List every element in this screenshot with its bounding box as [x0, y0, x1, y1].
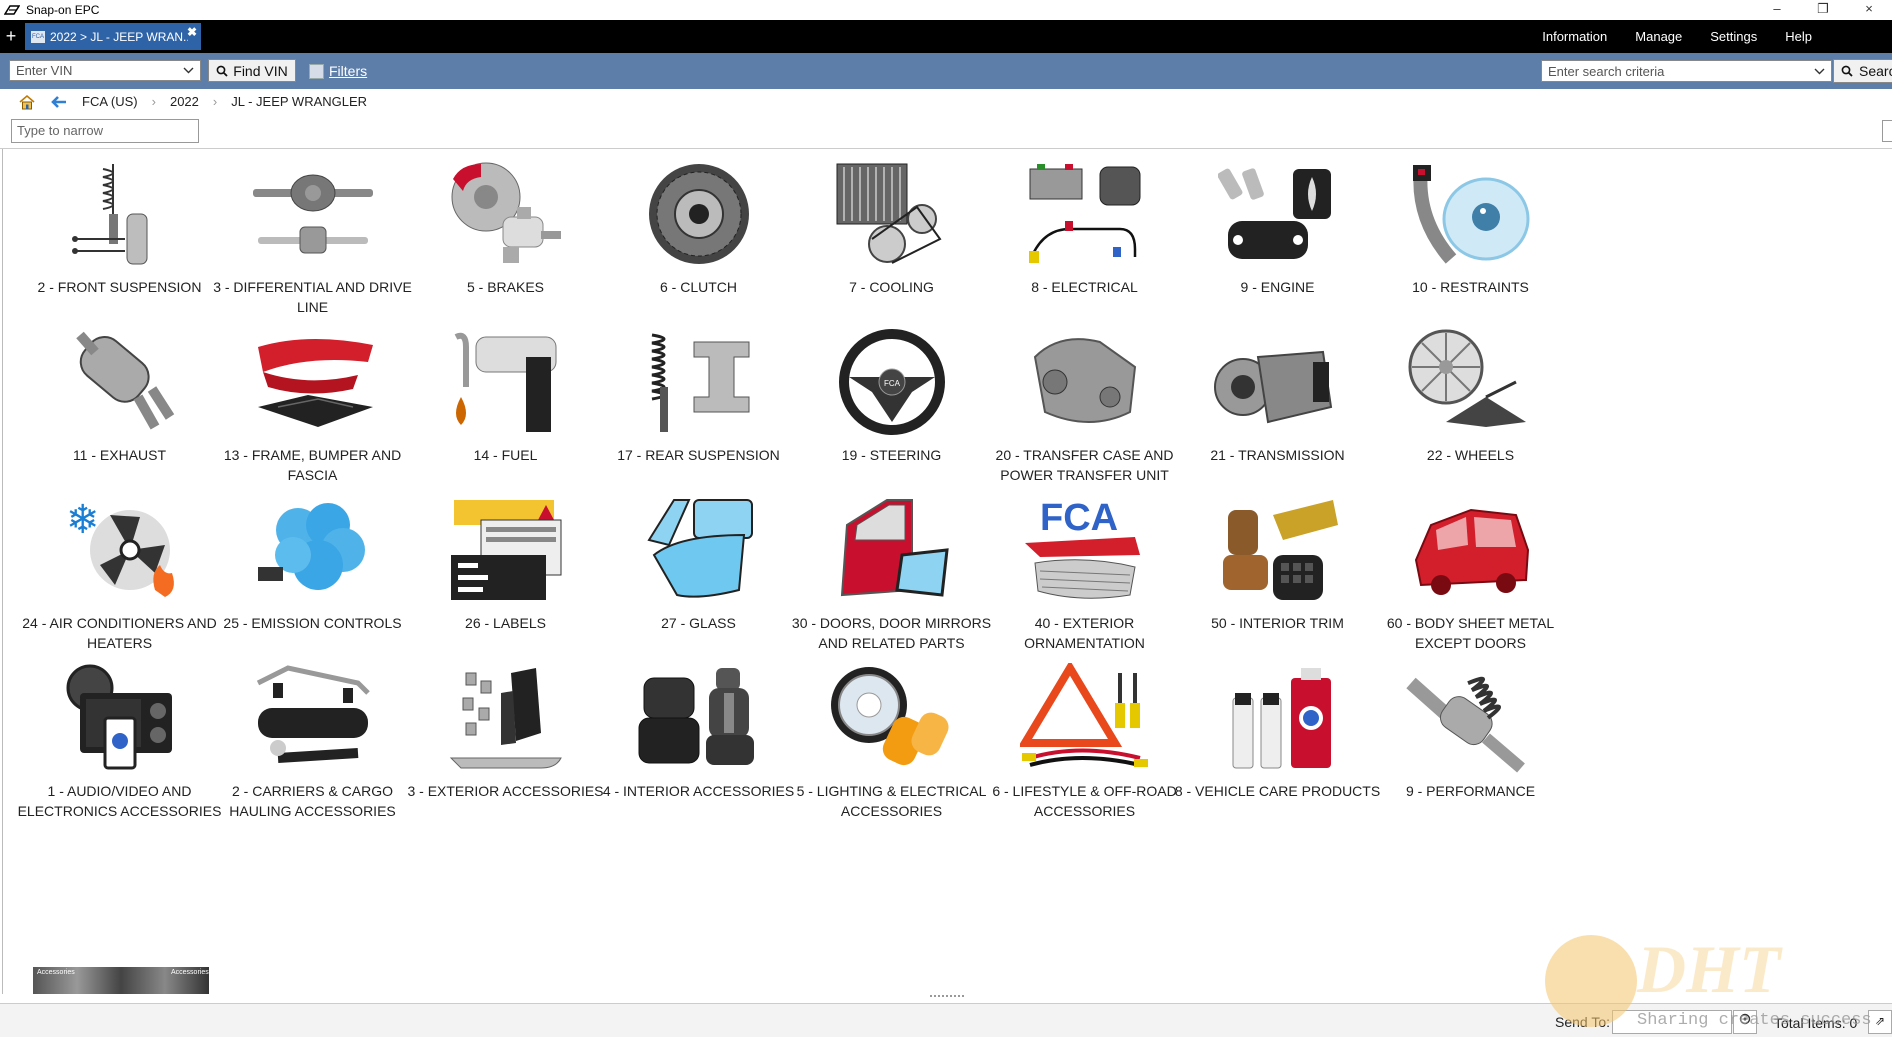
transfer-case-icon: [1033, 338, 1136, 423]
breadcrumb-separator-icon: ›: [151, 94, 156, 109]
add-tab-icon[interactable]: +: [2, 26, 20, 46]
breadcrumb-separator-icon: ›: [212, 94, 218, 109]
mud-flap-icon: [449, 668, 562, 769]
send-icon: [1739, 1013, 1751, 1025]
differential-icon: [252, 174, 373, 254]
status-bar: Send To: Total Items: 0 ⇗: [0, 1003, 1892, 1037]
tab-label: 2022 > JL - JEEP WRAN...: [50, 29, 188, 44]
top-menu: Information Manage Settings Help: [1514, 20, 1812, 53]
labels-icon: [450, 500, 561, 600]
air-conditioner-icon: ❄: [66, 497, 174, 597]
category-label: 9 - PERFORMANCE: [1405, 783, 1536, 799]
search-placeholder: Enter search criteria: [1548, 63, 1665, 79]
search-button-label: Search: [1859, 63, 1892, 79]
category-label: 22 - WHEELS: [1426, 447, 1515, 463]
filters-toggle[interactable]: Filters: [309, 63, 367, 79]
transmission-icon: [1213, 350, 1332, 424]
expand-icon[interactable]: ⇗: [1868, 1010, 1892, 1034]
front-suspension-icon: [71, 164, 147, 265]
performance-icon: [1405, 676, 1525, 773]
partial-tile-label: Accessories: [171, 969, 209, 976]
fca-grille-icon: FCA: [1024, 497, 1140, 599]
filters-checkbox[interactable]: [309, 63, 324, 79]
search-icon: [1841, 65, 1853, 77]
find-vin-button[interactable]: Find VIN: [208, 59, 296, 82]
resize-grip-icon[interactable]: [930, 995, 964, 1003]
fca-tab-icon: FCA: [31, 30, 45, 43]
search-criteria-input[interactable]: Enter search criteria: [1541, 60, 1832, 82]
window-title: Snap-on EPC: [26, 3, 100, 17]
send-button[interactable]: [1733, 1010, 1757, 1034]
warning-triangle-icon: [1019, 663, 1148, 767]
search-toolbar: Enter VIN Find VIN Filters Enter search …: [0, 53, 1892, 89]
send-to-label: Send To:: [1555, 1014, 1611, 1030]
menu-manage[interactable]: Manage: [1635, 29, 1682, 44]
category-label: 10 - RESTRAINTS: [1412, 279, 1529, 295]
minimize-button[interactable]: –: [1754, 0, 1800, 20]
home-icon[interactable]: [18, 94, 36, 110]
audio-video-icon: [66, 664, 172, 770]
menu-information[interactable]: Information: [1542, 29, 1607, 44]
breadcrumb-item-make[interactable]: FCA (US): [82, 94, 138, 109]
narrow-input[interactable]: Type to narrow: [11, 119, 199, 143]
narrow-bar: Type to narrow: [0, 114, 1892, 149]
rear-suspension-icon: [651, 333, 749, 432]
close-tab-icon[interactable]: ✖: [187, 25, 197, 39]
body-shell-icon: [1414, 508, 1529, 595]
floor-mat-seat-icon: [638, 668, 754, 765]
chevron-down-icon[interactable]: [1814, 68, 1825, 75]
send-to-select[interactable]: [1612, 1010, 1732, 1034]
close-window-button[interactable]: ×: [1846, 0, 1892, 20]
category-grid: 2 - FRONT SUSPENSION 3 - DIFFERENTIAL AN…: [2, 149, 1892, 994]
clutch-icon: [648, 164, 749, 264]
wheel-jack-icon: [1408, 329, 1526, 427]
svg-text:FCA: FCA: [884, 379, 901, 388]
snapon-logo-icon: [4, 5, 20, 15]
window-controls: – ❐ ×: [1754, 0, 1892, 20]
emission-cloud-icon: [257, 503, 365, 590]
carrier-icon: [256, 665, 370, 763]
headlamp-icon: [830, 667, 949, 766]
fuel-icon: [454, 332, 556, 432]
svg-text:FCA: FCA: [1040, 497, 1118, 539]
interior-trim-icon: [1222, 500, 1338, 600]
side-panel-toggle[interactable]: [1882, 120, 1892, 142]
glass-icon: [646, 499, 753, 598]
engine-icon: [1217, 168, 1331, 259]
search-button[interactable]: Search: [1833, 59, 1892, 83]
breadcrumb-item-model[interactable]: JL - JEEP WRANGLER: [231, 94, 367, 109]
vin-placeholder: Enter VIN: [16, 63, 73, 78]
category-performance[interactable]: 9 - PERFORMANCE: [1354, 653, 1587, 855]
category-accessories-partial[interactable]: Accessories Accessories: [33, 967, 209, 994]
partial-tile-label: Accessories: [37, 969, 75, 976]
chevron-down-icon[interactable]: [183, 67, 194, 74]
frame-bumper-icon: [257, 338, 373, 427]
tab-jeep-wrangler[interactable]: FCA 2022 > JL - JEEP WRAN... ✖: [25, 23, 201, 50]
menu-settings[interactable]: Settings: [1710, 29, 1757, 44]
find-vin-label: Find VIN: [233, 62, 288, 79]
search-icon: [216, 65, 228, 77]
care-products-icon: [1232, 668, 1331, 769]
steering-wheel-icon: FCA: [838, 329, 945, 435]
electrical-icon: [1028, 164, 1140, 263]
restraints-icon: [1412, 165, 1529, 264]
breadcrumb: FCA (US) › 2022 › JL - JEEP WRANGLER: [0, 89, 1892, 114]
cooling-icon: [836, 163, 941, 264]
back-arrow-icon[interactable]: [50, 94, 68, 110]
category-label: 60 - BODY SHEET METAL EXCEPT DOORS: [1386, 615, 1555, 651]
filters-link[interactable]: Filters: [329, 63, 367, 79]
exhaust-icon: [75, 331, 174, 430]
total-items: Total Items: 0: [1774, 1015, 1858, 1031]
window-titlebar: Snap-on EPC – ❐ ×: [0, 0, 1892, 21]
door-mirror-icon: [840, 499, 949, 597]
vin-input[interactable]: Enter VIN: [9, 60, 201, 81]
breadcrumb-item-year[interactable]: 2022: [170, 94, 199, 109]
menu-help[interactable]: Help: [1785, 29, 1812, 44]
restore-button[interactable]: ❐: [1800, 0, 1846, 20]
brakes-icon: [451, 162, 561, 263]
